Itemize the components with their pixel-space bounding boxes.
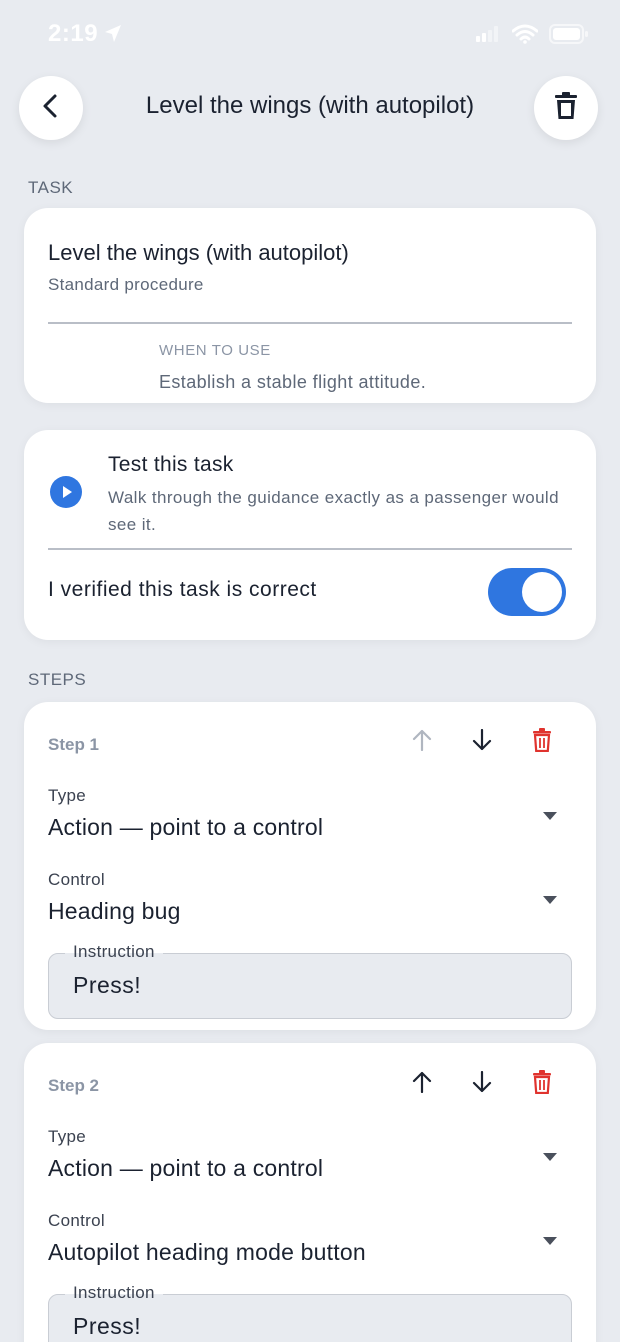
instruction-value: Press!	[73, 972, 142, 998]
caret-down-icon	[543, 1153, 557, 1161]
caret-down-icon	[543, 896, 557, 904]
trash-icon	[554, 91, 578, 125]
task-subtitle: Standard procedure	[48, 275, 204, 294]
caret-down-icon	[543, 812, 557, 820]
test-task-title: Test this task	[108, 453, 234, 476]
step-type-select[interactable]: Type Action — point to a control	[24, 1123, 596, 1189]
test-task-card: Test this task Walk through the guidance…	[24, 430, 596, 640]
control-value: Heading bug	[48, 898, 181, 924]
step-type-select[interactable]: Type Action — point to a control	[24, 782, 596, 848]
arrow-up-icon	[412, 729, 432, 756]
control-label: Control	[48, 1211, 105, 1230]
play-circle-icon	[50, 476, 82, 513]
toggle-knob	[522, 572, 562, 612]
move-step-down-button[interactable]	[462, 1064, 502, 1104]
task-name: Level the wings (with autopilot)	[48, 240, 349, 265]
when-to-use-label: WHEN TO USE	[159, 342, 271, 359]
delete-step-button[interactable]	[522, 1064, 562, 1104]
control-value: Autopilot heading mode button	[48, 1239, 366, 1265]
cellular-signal-icon	[476, 26, 498, 47]
back-button[interactable]	[19, 76, 83, 140]
caret-down-icon	[543, 1237, 557, 1245]
instruction-value: Press!	[73, 1313, 142, 1339]
page-title: Level the wings (with autopilot)	[145, 92, 475, 119]
instruction-field[interactable]: Instruction Press!	[48, 942, 572, 1019]
task-info-card: Level the wings (with autopilot) Standar…	[24, 208, 596, 403]
status-bar: 2:19	[0, 0, 620, 70]
delete-step-button[interactable]	[522, 722, 562, 762]
task-section-label: TASK	[28, 178, 74, 197]
type-value: Action — point to a control	[48, 814, 324, 840]
divider	[48, 322, 572, 324]
control-label: Control	[48, 870, 105, 889]
instruction-label: Instruction	[65, 1283, 163, 1303]
verified-toggle[interactable]	[488, 568, 566, 616]
location-arrow-icon	[104, 24, 122, 49]
status-time: 2:19	[48, 20, 99, 47]
type-value: Action — point to a control	[48, 1155, 324, 1181]
trash-icon	[532, 1069, 552, 1099]
instruction-label: Instruction	[65, 942, 163, 962]
type-label: Type	[48, 1127, 87, 1146]
step-card: Step 1 Type Action — point to a control …	[24, 702, 596, 1030]
step-card: Step 2 Type Action — point to a control …	[24, 1043, 596, 1342]
verified-label: I verified this task is correct	[48, 578, 317, 601]
move-step-down-button[interactable]	[462, 722, 502, 762]
step-control-select[interactable]: Control Heading bug	[24, 866, 596, 932]
arrow-up-icon	[412, 1071, 432, 1098]
battery-icon	[549, 24, 589, 49]
wifi-icon	[511, 24, 539, 49]
type-label: Type	[48, 786, 87, 805]
move-step-up-button[interactable]	[402, 722, 442, 762]
test-task-row[interactable]: Test this task Walk through the guidance…	[24, 430, 596, 548]
instruction-field[interactable]: Instruction Press!	[48, 1283, 572, 1342]
move-step-up-button[interactable]	[402, 1064, 442, 1104]
arrow-down-icon	[472, 728, 492, 756]
when-to-use-text: Establish a stable flight attitude.	[159, 372, 427, 392]
divider	[48, 548, 572, 550]
delete-task-button[interactable]	[534, 76, 598, 140]
arrow-down-icon	[472, 1070, 492, 1098]
trash-icon	[532, 727, 552, 757]
steps-section-label: STEPS	[28, 670, 87, 689]
step-label: Step 1	[48, 735, 100, 754]
test-task-description: Walk through the guidance exactly as a p…	[108, 488, 559, 534]
step-label: Step 2	[48, 1076, 100, 1095]
step-control-select[interactable]: Control Autopilot heading mode button	[24, 1207, 596, 1273]
chevron-left-icon	[40, 93, 62, 124]
